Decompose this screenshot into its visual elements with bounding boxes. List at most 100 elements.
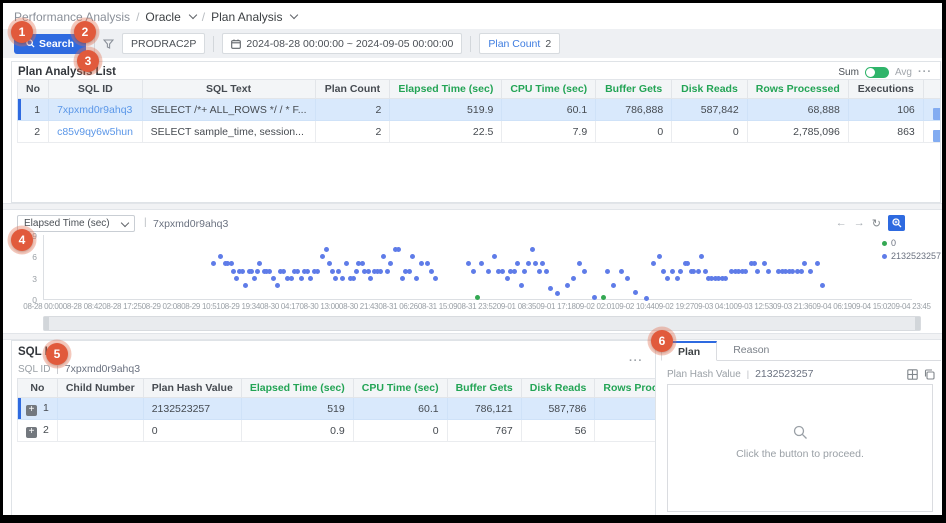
sql-list-row[interactable]: +1213252325751960.1786,121587,786 bbox=[18, 398, 657, 420]
scatter-point[interactable] bbox=[471, 269, 476, 274]
scatter-point[interactable] bbox=[540, 261, 545, 266]
scatter-point[interactable] bbox=[703, 269, 708, 274]
scatter-point[interactable] bbox=[315, 269, 320, 274]
scatter-point[interactable] bbox=[366, 269, 371, 274]
scatter-point[interactable] bbox=[665, 276, 670, 281]
scatter-point[interactable] bbox=[407, 269, 412, 274]
scatter-point[interactable] bbox=[577, 261, 582, 266]
scatter-point[interactable] bbox=[762, 261, 767, 266]
scatter-point[interactable] bbox=[275, 283, 280, 288]
back-arrow-icon[interactable]: ← bbox=[836, 217, 847, 229]
scatter-point[interactable] bbox=[723, 276, 728, 281]
more-options-icon[interactable]: ··· bbox=[918, 66, 932, 78]
scatter-point[interactable] bbox=[475, 295, 480, 300]
scatter-point[interactable] bbox=[699, 254, 704, 259]
plan-analysis-header[interactable]: No bbox=[18, 80, 49, 99]
scatter-point[interactable] bbox=[333, 276, 338, 281]
scatter-point[interactable] bbox=[344, 261, 349, 266]
scatter-point[interactable] bbox=[410, 254, 415, 259]
sql-list-header[interactable]: Rows Processed bbox=[595, 379, 656, 398]
scatter-point[interactable] bbox=[414, 276, 419, 281]
breadcrumb-plan-analysis[interactable]: Plan Analysis bbox=[211, 10, 282, 24]
scatter-plot[interactable] bbox=[43, 235, 912, 300]
scatter-point[interactable] bbox=[231, 269, 236, 274]
scatter-point[interactable] bbox=[257, 261, 262, 266]
scatter-point[interactable] bbox=[633, 290, 638, 295]
scatter-point[interactable] bbox=[336, 269, 341, 274]
scatter-point[interactable] bbox=[519, 283, 524, 288]
scatter-point[interactable] bbox=[696, 269, 701, 274]
plan-analysis-header[interactable]: CPU Time (sec) bbox=[502, 80, 596, 99]
breadcrumb-performance-analysis[interactable]: Performance Analysis bbox=[14, 10, 130, 24]
sql-list-header[interactable]: Buffer Gets bbox=[447, 379, 521, 398]
scatter-point[interactable] bbox=[255, 269, 260, 274]
scatter-point[interactable] bbox=[815, 261, 820, 266]
scatter-point[interactable] bbox=[571, 276, 576, 281]
plan-analysis-row[interactable]: 2c85v9qy6w5hunSELECT sample_time, sessio… bbox=[18, 121, 942, 143]
scatter-point[interactable] bbox=[799, 269, 804, 274]
scatter-point[interactable] bbox=[500, 269, 505, 274]
scatter-point[interactable] bbox=[743, 269, 748, 274]
scatter-point[interactable] bbox=[619, 269, 624, 274]
scatter-point[interactable] bbox=[385, 269, 390, 274]
scatter-point[interactable] bbox=[324, 247, 329, 252]
filter-icon[interactable] bbox=[103, 39, 114, 49]
scatter-point[interactable] bbox=[351, 276, 356, 281]
plan-analysis-header[interactable]: Executions bbox=[848, 80, 923, 99]
grid-view-icon[interactable] bbox=[907, 369, 918, 380]
plan-analysis-row[interactable]: 17xpxmd0r9ahq3SELECT /*+ ALL_ROWS */ / *… bbox=[18, 99, 942, 121]
plan-analysis-header[interactable]: Elapsed Time (sec) bbox=[390, 80, 502, 99]
instance-selector[interactable]: PRODRAC2P bbox=[122, 33, 205, 54]
scatter-point[interactable] bbox=[400, 276, 405, 281]
scatter-point[interactable] bbox=[755, 269, 760, 274]
scatter-point[interactable] bbox=[537, 269, 542, 274]
scatter-point[interactable] bbox=[533, 261, 538, 266]
plan-analysis-cell[interactable]: 7xpxmd0r9ahq3 bbox=[49, 99, 143, 121]
scatter-point[interactable] bbox=[267, 269, 272, 274]
scatter-point[interactable] bbox=[512, 269, 517, 274]
scatter-point[interactable] bbox=[234, 276, 239, 281]
date-range-picker[interactable]: 2024-08-28 00:00:00 ~ 2024-09-05 00:00:0… bbox=[222, 33, 462, 54]
scatter-point[interactable] bbox=[305, 269, 310, 274]
refresh-icon[interactable]: ↻ bbox=[872, 217, 881, 230]
chevron-down-icon[interactable] bbox=[290, 11, 298, 19]
plan-analysis-header[interactable]: Plan Count bbox=[315, 80, 390, 99]
scatter-point[interactable] bbox=[670, 269, 675, 274]
scatter-point[interactable] bbox=[425, 261, 430, 266]
scatter-point[interactable] bbox=[644, 296, 649, 301]
plan-analysis-header[interactable]: SQL ID bbox=[49, 80, 143, 99]
scatter-point[interactable] bbox=[685, 261, 690, 266]
sql-list-header[interactable]: Elapsed Time (sec) bbox=[241, 379, 353, 398]
scatter-point[interactable] bbox=[492, 254, 497, 259]
forward-arrow-icon[interactable]: → bbox=[854, 217, 865, 229]
scatter-point[interactable] bbox=[515, 261, 520, 266]
copy-icon[interactable] bbox=[924, 369, 935, 380]
expand-row-icon[interactable]: + bbox=[26, 405, 37, 416]
scatter-point[interactable] bbox=[505, 276, 510, 281]
scatter-point[interactable] bbox=[281, 269, 286, 274]
search-icon[interactable] bbox=[793, 425, 808, 440]
scatter-point[interactable] bbox=[661, 269, 666, 274]
zoom-select-button[interactable] bbox=[888, 215, 905, 231]
sql-list-header[interactable]: Child Number bbox=[57, 379, 143, 398]
scatter-point[interactable] bbox=[243, 283, 248, 288]
scatter-point[interactable] bbox=[625, 276, 630, 281]
chevron-down-icon[interactable] bbox=[189, 11, 197, 19]
scatter-point[interactable] bbox=[340, 276, 345, 281]
scatter-point[interactable] bbox=[229, 261, 234, 266]
scatter-point[interactable] bbox=[605, 269, 610, 274]
scatter-point[interactable] bbox=[766, 269, 771, 274]
plan-analysis-header[interactable]: Buffer Gets bbox=[596, 80, 672, 99]
scatter-point[interactable] bbox=[802, 261, 807, 266]
scatter-point[interactable] bbox=[419, 261, 424, 266]
scrollbar-grip[interactable] bbox=[915, 317, 920, 330]
scatter-point[interactable] bbox=[271, 276, 276, 281]
scatter-point[interactable] bbox=[555, 291, 560, 296]
expand-row-icon[interactable]: + bbox=[26, 427, 37, 438]
splitter-handle[interactable] bbox=[3, 333, 942, 340]
scatter-point[interactable] bbox=[429, 269, 434, 274]
scatter-point[interactable] bbox=[211, 261, 216, 266]
scatter-point[interactable] bbox=[360, 261, 365, 266]
scatter-point[interactable] bbox=[378, 269, 383, 274]
sql-list-row[interactable]: +200.9076756 bbox=[18, 420, 657, 442]
